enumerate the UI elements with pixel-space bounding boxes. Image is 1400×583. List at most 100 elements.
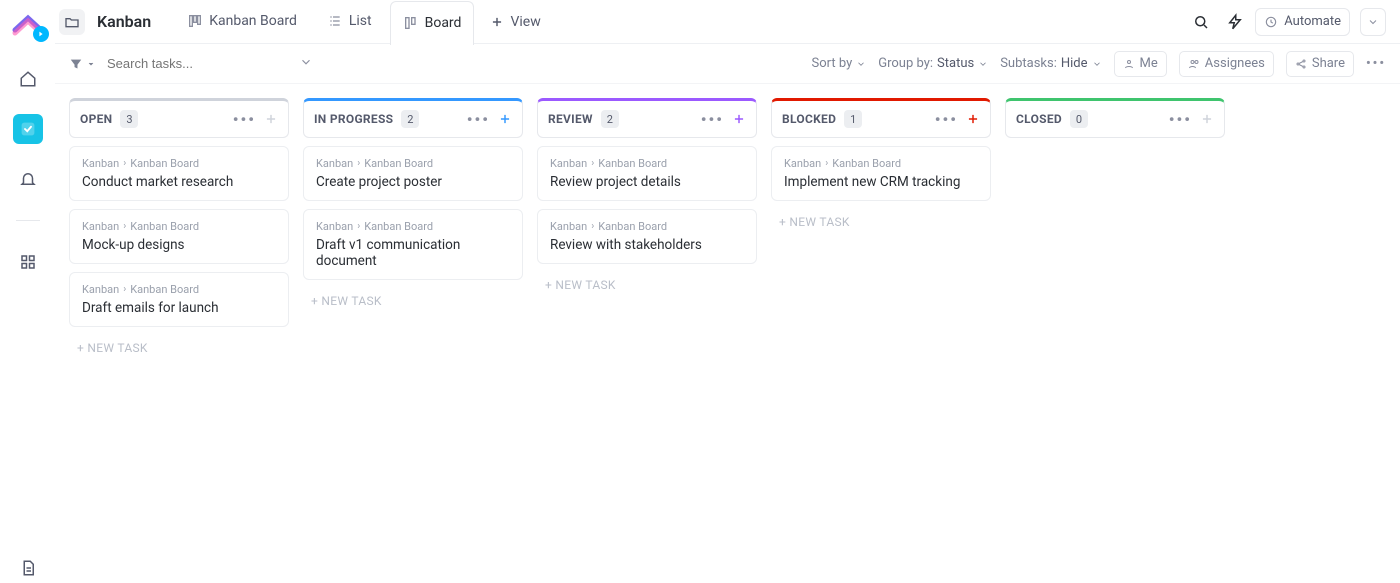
automate-dropdown-button[interactable] — [1360, 8, 1386, 36]
nav-tasks-button[interactable] — [13, 114, 43, 144]
card-breadcrumb: Kanban›Kanban Board — [82, 220, 276, 233]
search-icon-button[interactable] — [1187, 8, 1215, 36]
group-by-value: Status — [937, 56, 974, 71]
column-more-button[interactable]: ••• — [467, 110, 490, 129]
card-title: Conduct market research — [82, 174, 276, 190]
card-breadcrumb: Kanban›Kanban Board — [316, 220, 510, 233]
new-task-button[interactable]: + NEW TASK — [69, 335, 289, 361]
group-by-button[interactable]: Group by: Status — [878, 56, 988, 71]
main-area: Kanban Kanban Board List Board View Auto… — [55, 0, 1400, 583]
column-header[interactable]: OPEN 3 ••• — [69, 98, 289, 138]
task-card[interactable]: Kanban›Kanban Board Review project detail… — [537, 146, 757, 201]
new-task-button[interactable]: + NEW TASK — [771, 209, 991, 235]
column-more-button[interactable]: ••• — [935, 110, 958, 129]
group-by-label: Group by: — [878, 56, 933, 71]
subtasks-value: Hide — [1061, 56, 1088, 71]
nav-notifications-button[interactable] — [13, 164, 43, 194]
new-task-button[interactable]: + NEW TASK — [303, 288, 523, 314]
logo-forward-badge-icon — [33, 26, 49, 42]
column-count: 0 — [1070, 110, 1088, 128]
column-header[interactable]: BLOCKED 1 ••• — [771, 98, 991, 138]
search-chevron-button[interactable] — [299, 55, 313, 73]
task-card[interactable]: Kanban›Kanban Board Conduct market resear… — [69, 146, 289, 201]
automate-button[interactable]: Automate — [1255, 8, 1350, 36]
folder-icon-button[interactable] — [59, 9, 85, 35]
column-add-button[interactable] — [1200, 112, 1214, 126]
column-name: BLOCKED — [782, 112, 836, 126]
tab-list[interactable]: List — [315, 0, 384, 44]
task-card[interactable]: Kanban›Kanban Board Implement new CRM tra… — [771, 146, 991, 201]
nav-divider — [16, 220, 40, 221]
column-name: IN PROGRESS — [314, 112, 393, 126]
card-breadcrumb: Kanban›Kanban Board — [82, 157, 276, 170]
left-nav-rail — [0, 0, 55, 583]
column-add-button[interactable] — [264, 112, 278, 126]
card-breadcrumb: Kanban›Kanban Board — [316, 157, 510, 170]
share-label: Share — [1312, 56, 1345, 71]
card-title: Create project poster — [316, 174, 510, 190]
column-name: REVIEW — [548, 112, 593, 126]
nav-apps-button[interactable] — [13, 247, 43, 277]
card-title: Draft v1 communication document — [316, 237, 510, 269]
tab-label: Board — [425, 15, 462, 31]
column-header[interactable]: REVIEW 2 ••• — [537, 98, 757, 138]
tab-board[interactable]: Board — [390, 1, 475, 45]
top-tab-bar: Kanban Kanban Board List Board View Auto… — [55, 0, 1400, 44]
column-more-button[interactable]: ••• — [701, 110, 724, 129]
task-card[interactable]: Kanban›Kanban Board Draft v1 communicatio… — [303, 209, 523, 280]
column-count: 3 — [120, 110, 138, 128]
board-toolbar: Sort by Group by: Status Subtasks: Hide … — [55, 44, 1400, 84]
assignees-label: Assignees — [1205, 56, 1265, 71]
column-header[interactable]: CLOSED 0 ••• — [1005, 98, 1225, 138]
column-count: 1 — [844, 110, 862, 128]
task-card[interactable]: Kanban›Kanban Board Create project poster — [303, 146, 523, 201]
column-name: CLOSED — [1016, 112, 1062, 126]
automate-label: Automate — [1284, 14, 1341, 29]
add-view-button[interactable]: View — [480, 14, 550, 30]
card-title: Review project details — [550, 174, 744, 190]
nav-docs-button[interactable] — [13, 553, 43, 583]
column-header[interactable]: IN PROGRESS2••• — [303, 98, 523, 138]
board-column: OPEN 3 ••• Kanban›Kanban Board Conduct marke… — [69, 98, 289, 569]
card-title: Draft emails for launch — [82, 300, 276, 316]
board-column: REVIEW 2 ••• Kanban›Kanban Board Review proj… — [537, 98, 757, 569]
add-view-label: View — [510, 14, 540, 30]
filter-button[interactable] — [69, 57, 95, 71]
card-breadcrumb: Kanban›Kanban Board — [784, 157, 978, 170]
subtasks-label: Subtasks: — [1000, 56, 1057, 71]
new-task-button[interactable]: + NEW TASK — [537, 272, 757, 298]
search-input[interactable] — [107, 56, 287, 71]
subtasks-button[interactable]: Subtasks: Hide — [1000, 56, 1101, 71]
card-title: Mock-up designs — [82, 237, 276, 253]
board-column: BLOCKED 1 ••• Kanban›Kanban Board Implement … — [771, 98, 991, 569]
nav-home-button[interactable] — [13, 64, 43, 94]
tab-label: Kanban Board — [209, 13, 297, 29]
column-count: 2 — [601, 110, 619, 128]
board-column: CLOSED 0 ••• — [1005, 98, 1225, 569]
card-breadcrumb: Kanban›Kanban Board — [82, 283, 276, 296]
me-label: Me — [1140, 56, 1158, 71]
column-more-button[interactable]: ••• — [1169, 110, 1192, 129]
column-add-button[interactable] — [498, 112, 512, 126]
task-card[interactable]: Kanban›Kanban Board Mock-up designs — [69, 209, 289, 264]
share-button[interactable]: Share — [1286, 51, 1354, 77]
card-title: Implement new CRM tracking — [784, 174, 978, 190]
assignees-filter-button[interactable]: Assignees — [1179, 51, 1274, 77]
board-name-title: Kanban — [97, 12, 151, 31]
toolbar-more-button[interactable]: ••• — [1366, 56, 1386, 71]
tab-kanban-board[interactable]: Kanban Board — [175, 0, 309, 44]
card-breadcrumb: Kanban›Kanban Board — [550, 157, 744, 170]
sort-by-button[interactable]: Sort by — [812, 56, 867, 71]
kanban-board: OPEN 3 ••• Kanban›Kanban Board Conduct marke… — [55, 84, 1400, 583]
me-filter-button[interactable]: Me — [1114, 51, 1167, 77]
column-more-button[interactable]: ••• — [233, 110, 256, 129]
task-card[interactable]: Kanban›Kanban Board Draft emails for laun… — [69, 272, 289, 327]
column-add-button[interactable] — [732, 112, 746, 126]
app-logo[interactable] — [11, 12, 45, 38]
tab-label: List — [349, 13, 372, 29]
column-name: OPEN — [80, 112, 112, 126]
card-breadcrumb: Kanban›Kanban Board — [550, 220, 744, 233]
automation-bolt-icon-button[interactable] — [1221, 8, 1249, 36]
column-add-button[interactable] — [966, 112, 980, 126]
task-card[interactable]: Kanban›Kanban BoardReview with stakehold… — [537, 209, 757, 264]
